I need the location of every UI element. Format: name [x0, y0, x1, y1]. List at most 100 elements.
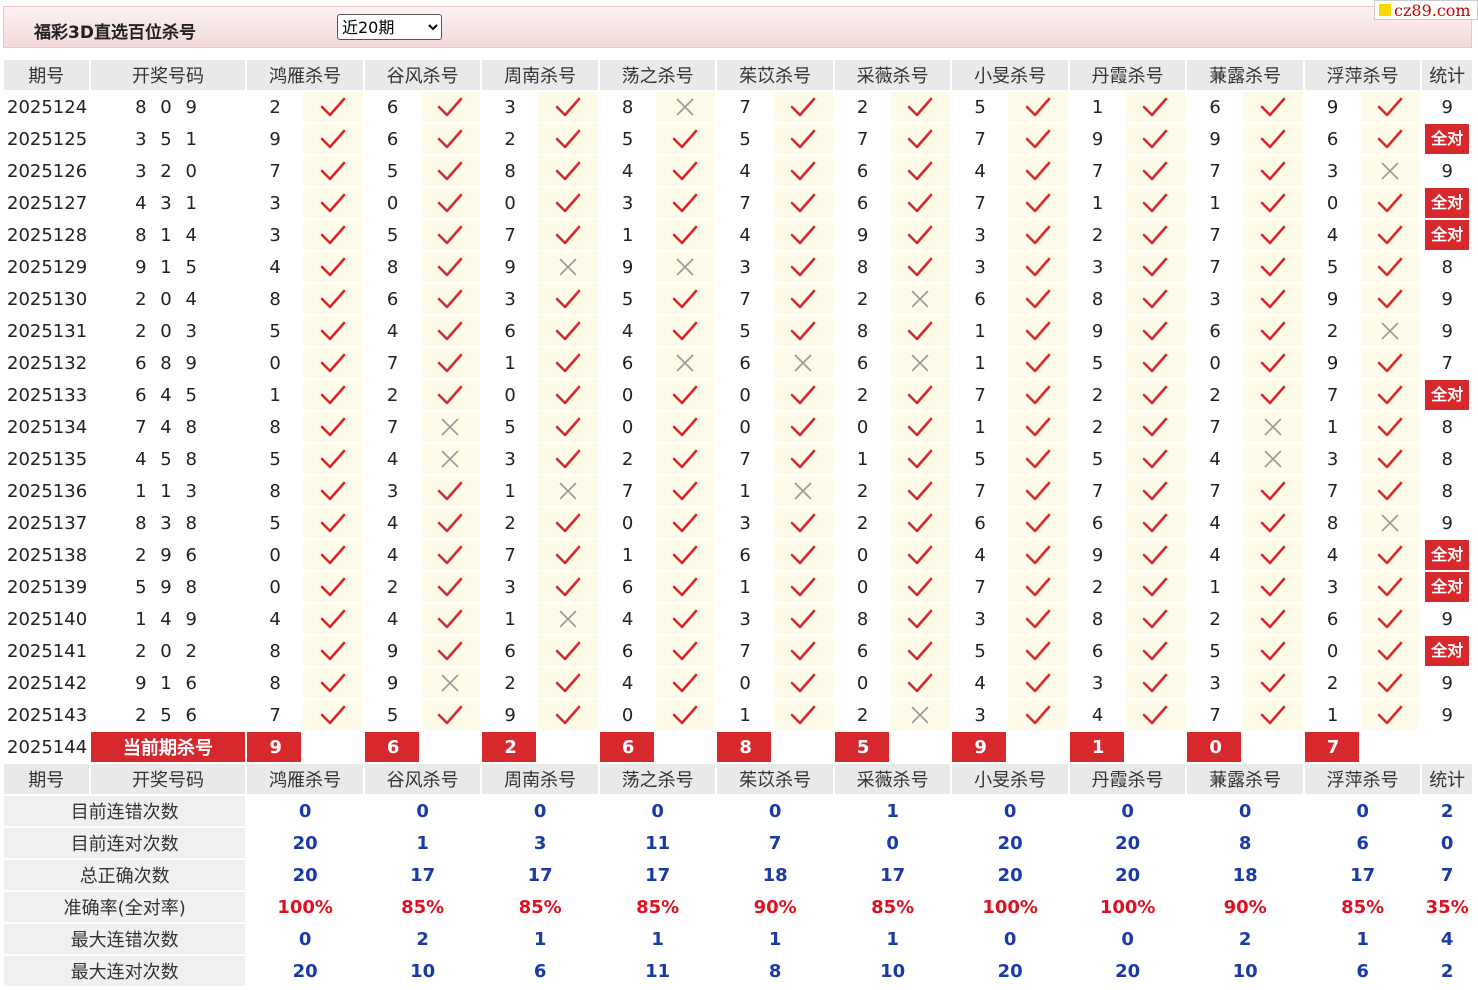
check-icon: [1360, 700, 1421, 730]
kill-pick: 9: [482, 252, 537, 282]
kill-pick: 9: [247, 124, 302, 154]
stats-value: 20: [1069, 956, 1186, 986]
kill-pick: 4: [364, 444, 419, 474]
check-mark-icon: [1260, 321, 1286, 341]
kill-pick: 2: [1187, 604, 1242, 634]
kill-pick: 1: [952, 348, 1007, 378]
kill-pick: 4: [1069, 700, 1124, 730]
check-mark-icon: [908, 673, 933, 693]
check-icon: [303, 252, 363, 282]
check-mark-icon: [320, 97, 346, 117]
kill-pick: 6: [364, 124, 419, 154]
kill-pick: 4: [1304, 220, 1359, 250]
kill-pick: 5: [247, 444, 302, 474]
check-icon: [1243, 636, 1303, 666]
row-stat: 全对: [1422, 188, 1472, 218]
row-stat: 全对: [1422, 540, 1472, 570]
check-icon: [1360, 348, 1421, 378]
check-icon: [538, 508, 598, 538]
kill-pick: 5: [1069, 348, 1124, 378]
check-mark-icon: [320, 449, 346, 469]
check-mark-icon: [320, 481, 346, 501]
kill-pick: 0: [717, 412, 772, 442]
kill-pick: 5: [599, 124, 654, 154]
check-mark-icon: [673, 609, 698, 629]
stats-value: 20: [1069, 860, 1186, 890]
row-stat: 9: [1422, 604, 1472, 634]
check-icon: [773, 220, 833, 250]
check-icon: [1243, 668, 1303, 698]
check-icon: [303, 380, 363, 410]
row-stat: 9: [1422, 508, 1472, 538]
check-icon: [890, 252, 951, 282]
stats-value: 100%: [1069, 892, 1186, 922]
check-mark-icon: [1143, 641, 1168, 661]
kill-pick: 9: [1069, 316, 1124, 346]
check-icon: [890, 572, 951, 602]
kill-pick: 5: [364, 220, 419, 250]
check-mark-icon: [320, 321, 346, 341]
stats-value: 0: [247, 796, 363, 826]
table-row: 2025140 1 4 944143838269: [4, 604, 1472, 634]
draw-number: 8 0 9: [90, 92, 246, 122]
kill-pick: 9: [482, 700, 537, 730]
check-icon: [303, 636, 363, 666]
kill-pick: 6: [1069, 508, 1124, 538]
cross-icon: [890, 348, 951, 378]
check-icon: [655, 700, 716, 730]
kill-pick: 2: [1187, 380, 1242, 410]
kill-pick: 0: [1187, 348, 1242, 378]
check-icon: [1360, 124, 1421, 154]
check-icon: [890, 220, 951, 250]
kill-pick: 6: [1069, 636, 1124, 666]
draw-number: 5 9 8: [90, 572, 246, 602]
check-icon: [538, 444, 598, 474]
stats-value: 2: [1187, 924, 1303, 954]
stat-count: 8: [1441, 416, 1453, 438]
draw-number: 6 4 5: [90, 380, 246, 410]
stats-value: 3: [482, 828, 598, 858]
check-icon: [890, 476, 951, 506]
issue-number: 2025139: [4, 572, 89, 602]
table-row: 2025135 4 5 854327155438: [4, 444, 1472, 474]
check-icon: [1360, 668, 1421, 698]
check-mark-icon: [1378, 417, 1403, 437]
cross-mark-icon: [794, 354, 812, 372]
check-mark-icon: [673, 641, 698, 661]
table-row: 2025141 2 0 2 8 9 6 6 7 6 5 6 5 0 全对: [4, 636, 1472, 666]
stats-value: 1: [717, 924, 833, 954]
col-header-expert: 小旻杀号: [952, 764, 1068, 794]
site-logo[interactable]: cz89.com: [1374, 0, 1478, 20]
check-icon: [1125, 668, 1186, 698]
col-header-expert: 蒹露杀号: [1187, 60, 1303, 90]
check-icon: [420, 700, 481, 730]
current-empty-cell: [773, 732, 833, 762]
check-mark-icon: [1143, 673, 1168, 693]
kill-pick: 9: [1069, 124, 1124, 154]
period-select[interactable]: 近20期: [337, 14, 442, 40]
kill-pick: 7: [482, 220, 537, 250]
check-icon: [1360, 636, 1421, 666]
check-mark-icon: [790, 449, 816, 469]
kill-pick: 4: [364, 540, 419, 570]
check-icon: [773, 188, 833, 218]
check-mark-icon: [673, 161, 698, 181]
check-mark-icon: [438, 193, 463, 213]
kill-pick: 6: [834, 156, 889, 186]
kill-pick: 0: [1304, 188, 1359, 218]
check-icon: [1243, 92, 1303, 122]
check-mark-icon: [438, 129, 463, 149]
kill-pick: 9: [364, 636, 419, 666]
issue-number: 2025131: [4, 316, 89, 346]
kill-pick: 6: [834, 636, 889, 666]
kill-pick: 5: [364, 156, 419, 186]
check-mark-icon: [673, 321, 698, 341]
check-mark-icon: [1378, 705, 1403, 725]
kill-pick: 4: [364, 604, 419, 634]
check-mark-icon: [908, 417, 933, 437]
check-mark-icon: [673, 705, 698, 725]
kill-pick: 5: [247, 316, 302, 346]
all-correct-badge: 全对: [1425, 220, 1470, 250]
col-header-expert: 茱苡杀号: [717, 764, 833, 794]
check-mark-icon: [320, 609, 346, 629]
